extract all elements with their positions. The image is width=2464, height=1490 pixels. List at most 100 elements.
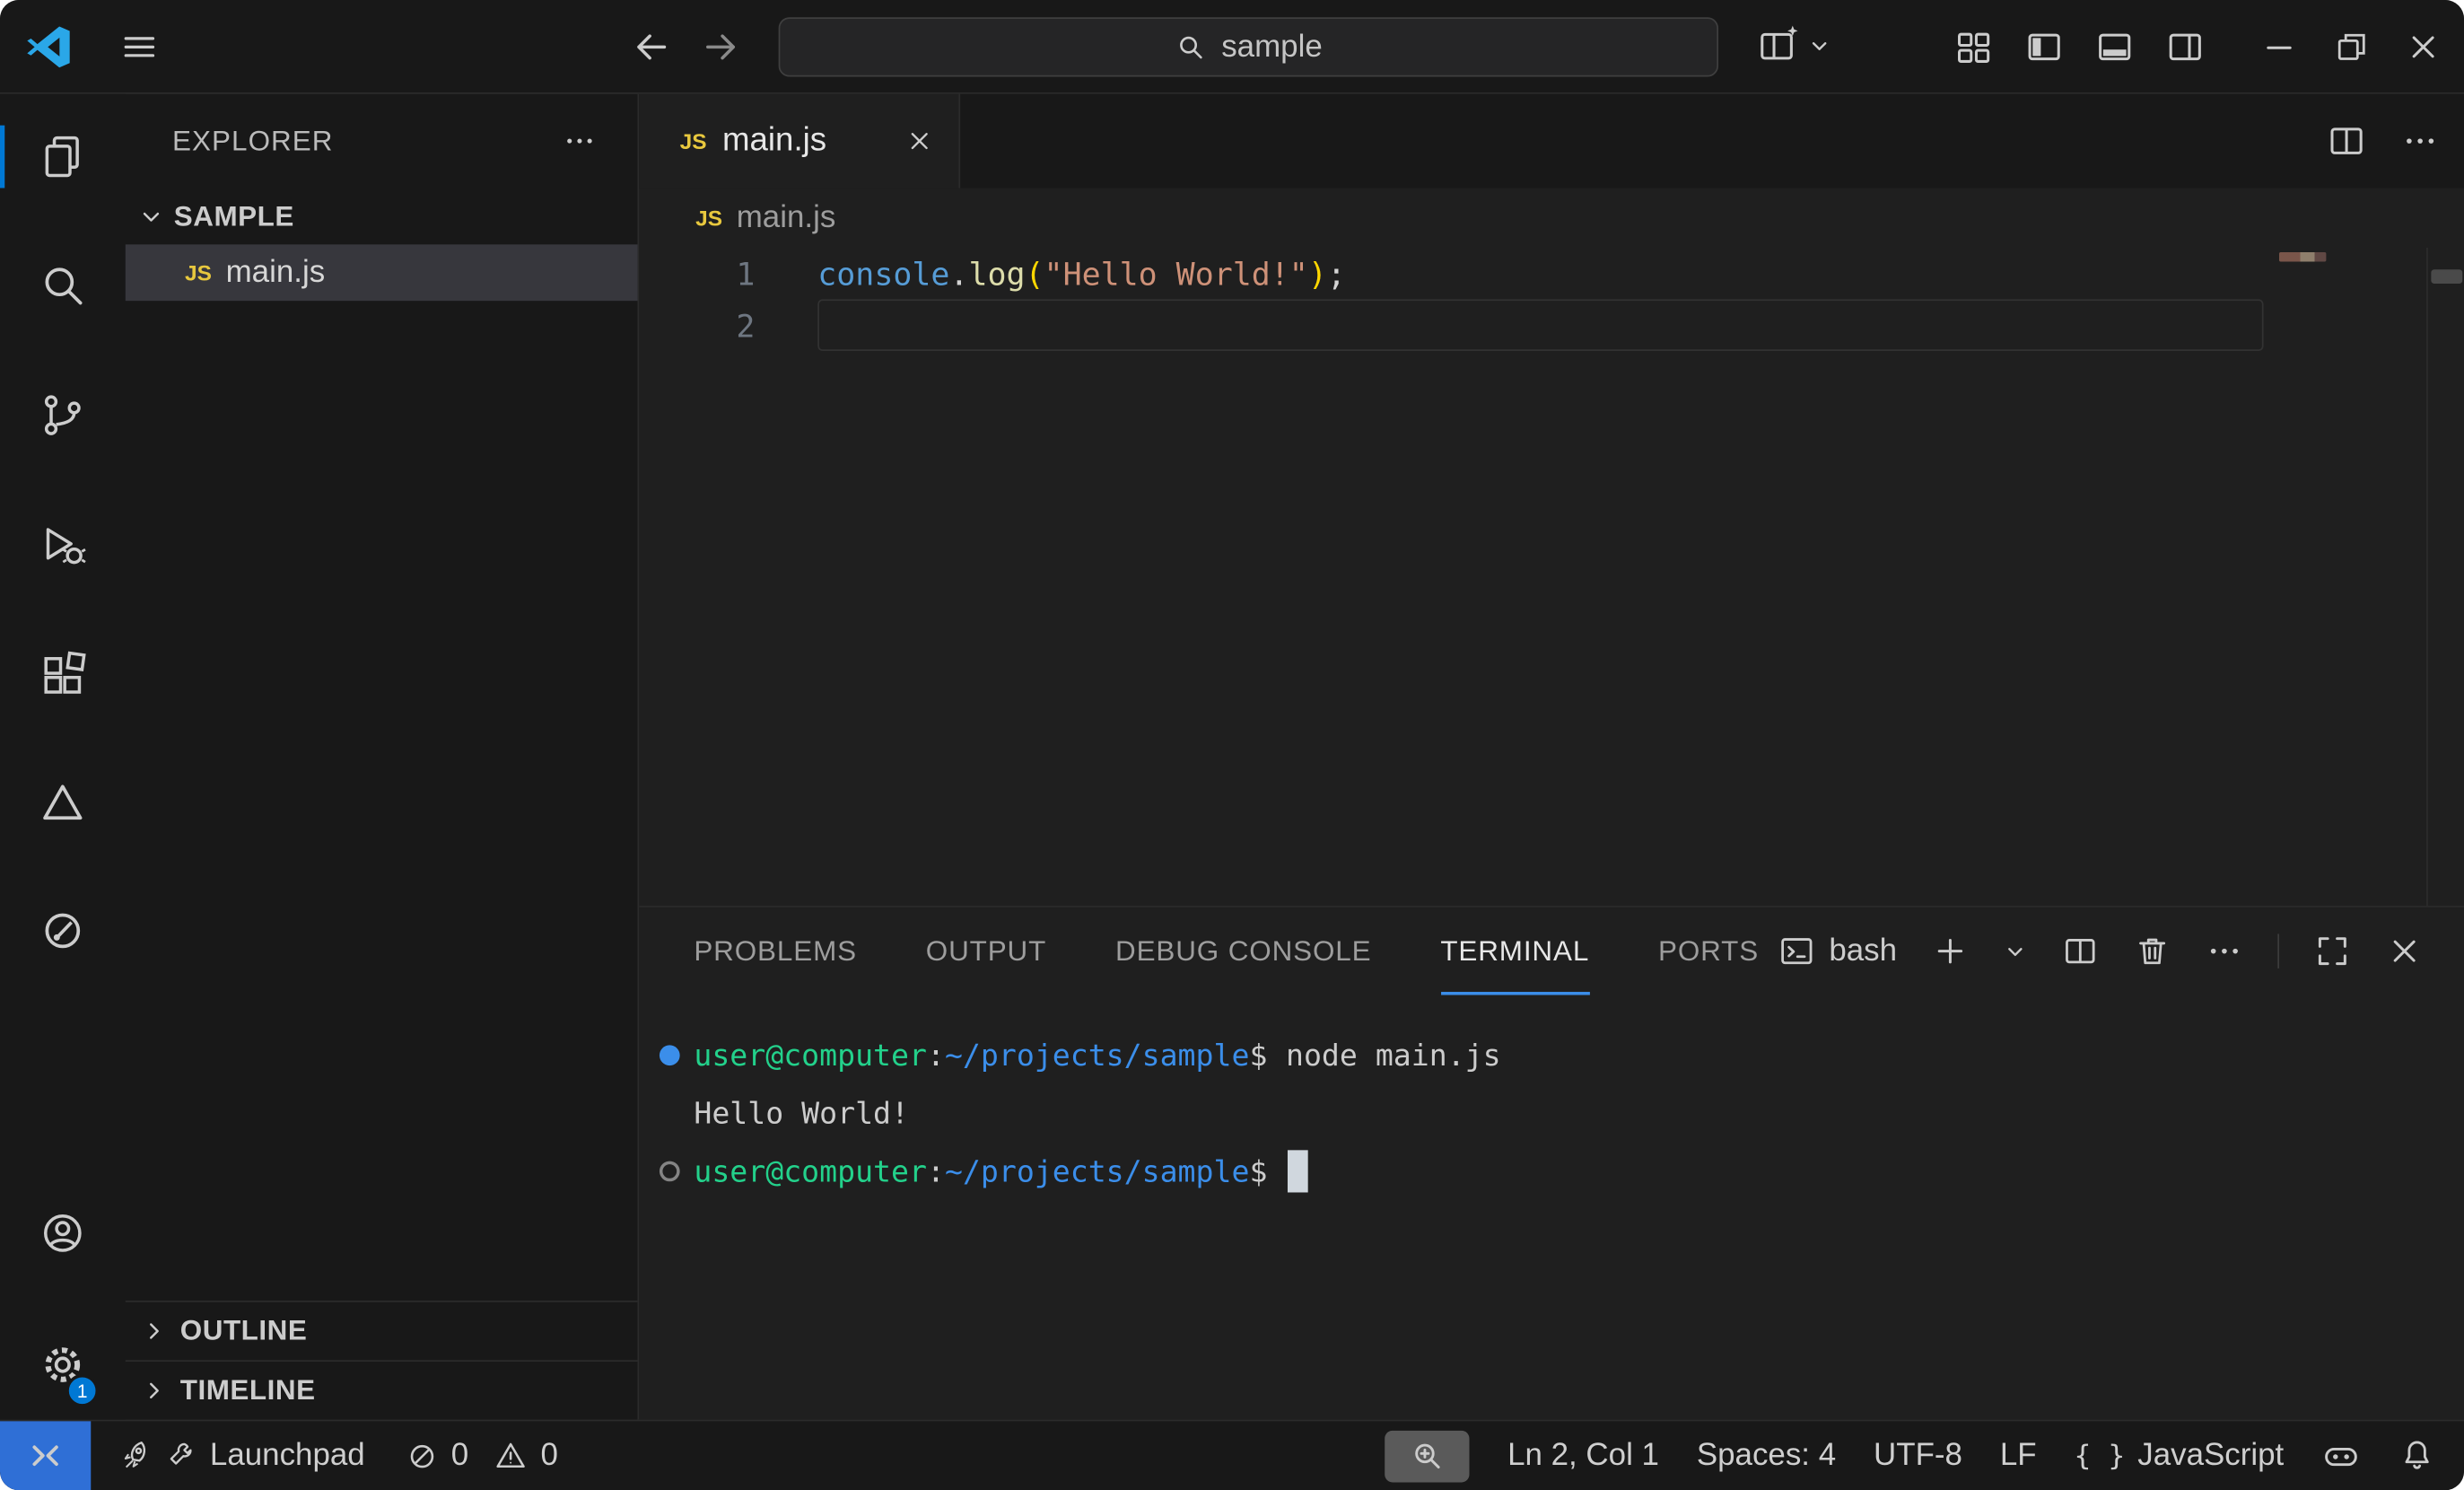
prompt-user: user@computer — [694, 1154, 927, 1188]
activity-account[interactable] — [0, 1187, 126, 1281]
split-editor-icon[interactable] — [2326, 120, 2366, 161]
split-terminal-icon[interactable] — [2061, 933, 2099, 970]
toggle-primary-sidebar-icon[interactable] — [2023, 27, 2064, 67]
terminal-cursor — [1288, 1150, 1308, 1192]
panel-more-actions-icon[interactable] — [2206, 933, 2243, 970]
activity-run-debug[interactable] — [0, 498, 126, 592]
terminal-profile[interactable]: bash — [1778, 933, 1897, 970]
kill-terminal-icon[interactable] — [2134, 933, 2171, 970]
menu-icon[interactable] — [119, 27, 160, 67]
new-terminal-icon[interactable] — [1931, 933, 1969, 970]
command-center-search[interactable]: sample — [779, 17, 1718, 76]
warnings-icon — [494, 1439, 528, 1473]
editor-more-actions-icon[interactable] — [2401, 122, 2439, 160]
run-debug-icon — [38, 521, 88, 571]
warning-count: 0 — [540, 1438, 557, 1474]
tab-label: main.js — [722, 122, 826, 160]
indentation[interactable]: Spaces: 4 — [1697, 1438, 1836, 1474]
back-arrow-icon[interactable] — [630, 25, 674, 69]
activity-source-control[interactable] — [0, 368, 126, 462]
toggle-secondary-sidebar-icon[interactable] — [2165, 27, 2206, 67]
command-decoration-prompt[interactable] — [660, 1161, 680, 1182]
editor-layout-grid-icon[interactable] — [1953, 27, 1994, 67]
activity-circle-extension[interactable] — [0, 884, 126, 978]
settings-badge: 1 — [66, 1374, 99, 1407]
timeline-label: TIMELINE — [180, 1374, 316, 1407]
close-window-icon[interactable] — [2405, 28, 2442, 66]
folder-row-sample[interactable]: SAMPLE — [126, 188, 638, 244]
tab-debug-console[interactable]: DEBUG CONSOLE — [1115, 907, 1372, 995]
tab-ports[interactable]: PORTS — [1658, 907, 1759, 995]
zoom-indicator[interactable] — [1385, 1430, 1470, 1482]
current-line-highlight — [817, 299, 2263, 351]
prompt-path: ~/projects/sample — [945, 1154, 1249, 1188]
close-tab-icon[interactable] — [905, 127, 933, 154]
copilot-icon[interactable] — [2321, 1436, 2361, 1476]
activity-settings[interactable]: 1 — [0, 1318, 126, 1412]
activity-search[interactable] — [0, 238, 126, 332]
editor-scrollbar[interactable] — [2426, 248, 2464, 906]
editor-tab-bar: JS main.js — [639, 94, 2464, 188]
code-editor[interactable]: 1 console.log("Hello World!"); 2 — [639, 248, 2464, 906]
tab-mainjs[interactable]: JS main.js — [639, 94, 960, 188]
remote-indicator[interactable] — [0, 1421, 91, 1490]
command-decoration-success[interactable] — [660, 1045, 680, 1065]
chevron-down-icon — [138, 203, 165, 230]
explorer-sidebar: EXPLORER SAMPLE JS main.js — [126, 94, 640, 1420]
breadcrumb[interactable]: JS main.js — [639, 188, 2464, 247]
prompt-separator: : — [927, 1039, 945, 1073]
forward-arrow-icon[interactable] — [699, 25, 743, 69]
error-count: 0 — [451, 1438, 468, 1474]
files-icon — [38, 132, 88, 182]
encoding[interactable]: UTF-8 — [1874, 1438, 1962, 1474]
toggle-panel-icon[interactable] — [2094, 27, 2135, 67]
terminal-output-line: Hello World! — [639, 1084, 2464, 1143]
tab-output[interactable]: OUTPUT — [926, 907, 1046, 995]
vscode-logo-icon — [25, 23, 72, 70]
terminal-command: node main.js — [1286, 1039, 1501, 1073]
status-bar: Launchpad 0 0 Ln 2, Col 1 Spaces: 4 — [0, 1420, 2464, 1490]
terminal-command-line: user@computer:~/projects/sample$node mai… — [639, 1026, 2464, 1084]
remote-icon — [25, 1435, 66, 1476]
errors-icon — [406, 1439, 439, 1472]
launchpad-item[interactable]: Launchpad — [119, 1438, 365, 1474]
line-number: 2 — [639, 306, 788, 344]
minimize-icon[interactable] — [2260, 28, 2298, 66]
prompt-path: ~/projects/sample — [945, 1039, 1249, 1073]
file-row-mainjs[interactable]: JS main.js — [126, 244, 638, 301]
cursor-position[interactable]: Ln 2, Col 1 — [1507, 1438, 1659, 1474]
tab-terminal[interactable]: TERMINAL — [1440, 907, 1589, 995]
customize-layout-icon[interactable] — [1758, 23, 1802, 67]
activity-explorer[interactable] — [0, 110, 126, 204]
js-file-icon: JS — [185, 260, 212, 285]
outline-section[interactable]: OUTLINE — [126, 1301, 638, 1360]
scrollbar-thumb[interactable] — [2431, 269, 2462, 284]
problems-status[interactable]: 0 0 — [406, 1438, 558, 1474]
js-file-icon: JS — [695, 206, 722, 231]
prompt-symbol: $ — [1249, 1039, 1267, 1073]
vscode-window: sample — [0, 0, 2464, 1490]
shell-label: bash — [1829, 933, 1897, 969]
restore-window-icon[interactable] — [2332, 28, 2370, 66]
maximize-panel-icon[interactable] — [2313, 933, 2351, 970]
launch-profile-chevron-icon[interactable] — [2004, 940, 2027, 963]
activity-bar: 1 — [0, 94, 126, 1420]
minimap[interactable] — [2279, 252, 2326, 261]
js-file-icon: JS — [680, 128, 707, 153]
language-label: JavaScript — [2137, 1438, 2284, 1474]
timeline-section[interactable]: TIMELINE — [126, 1360, 638, 1419]
braces-icon: { } — [2075, 1439, 2126, 1472]
activity-extensions[interactable] — [0, 628, 126, 723]
chevron-down-icon[interactable] — [1808, 34, 1831, 57]
zoom-in-icon — [1411, 1439, 1445, 1473]
terminal-output-area[interactable]: user@computer:~/projects/sample$node mai… — [639, 995, 2464, 1420]
tab-problems[interactable]: PROBLEMS — [694, 907, 857, 995]
activity-triangle-extension[interactable] — [0, 755, 126, 849]
sidebar-more-actions-icon[interactable] — [563, 124, 597, 158]
notifications-bell-icon[interactable] — [2398, 1437, 2436, 1475]
breadcrumb-file: main.js — [737, 200, 836, 236]
code-text: console.log("Hello World!"); — [817, 255, 1346, 293]
close-panel-icon[interactable] — [2386, 933, 2424, 970]
eol-sequence[interactable]: LF — [2000, 1438, 2037, 1474]
language-mode[interactable]: { } JavaScript — [2075, 1438, 2285, 1474]
